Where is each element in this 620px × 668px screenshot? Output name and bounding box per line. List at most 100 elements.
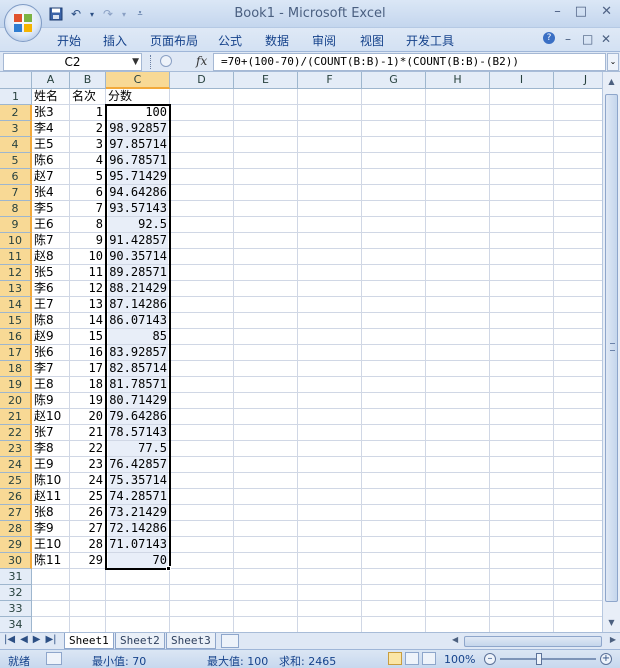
cell-b24[interactable]: 23 bbox=[70, 457, 106, 473]
cell-e12[interactable] bbox=[234, 265, 298, 281]
cell-i19[interactable] bbox=[490, 377, 554, 393]
cell-h23[interactable] bbox=[426, 441, 490, 457]
cell-e30[interactable] bbox=[234, 553, 298, 569]
cell-d18[interactable] bbox=[170, 361, 234, 377]
cell-i26[interactable] bbox=[490, 489, 554, 505]
cell-a34[interactable] bbox=[32, 617, 70, 632]
cell-e34[interactable] bbox=[234, 617, 298, 632]
cell-j9[interactable] bbox=[554, 217, 602, 233]
cell-h32[interactable] bbox=[426, 585, 490, 601]
cell-c7[interactable]: 94.64286 bbox=[106, 185, 170, 201]
cell-f30[interactable] bbox=[298, 553, 362, 569]
cell-g29[interactable] bbox=[362, 537, 426, 553]
cell-b20[interactable]: 19 bbox=[70, 393, 106, 409]
cell-h9[interactable] bbox=[426, 217, 490, 233]
row-header-3[interactable]: 3 bbox=[0, 121, 32, 137]
cell-g19[interactable] bbox=[362, 377, 426, 393]
cell-g18[interactable] bbox=[362, 361, 426, 377]
cell-g11[interactable] bbox=[362, 249, 426, 265]
cell-a24[interactable]: 王9 bbox=[32, 457, 70, 473]
cell-d24[interactable] bbox=[170, 457, 234, 473]
cell-h1[interactable] bbox=[426, 89, 490, 105]
column-header-c[interactable]: C bbox=[106, 72, 170, 89]
zoom-slider[interactable] bbox=[500, 658, 596, 660]
cell-h2[interactable] bbox=[426, 105, 490, 121]
cell-c14[interactable]: 87.14286 bbox=[106, 297, 170, 313]
cell-h22[interactable] bbox=[426, 425, 490, 441]
cancel-icon[interactable] bbox=[160, 55, 172, 67]
cell-i10[interactable] bbox=[490, 233, 554, 249]
cell-i8[interactable] bbox=[490, 201, 554, 217]
cell-h25[interactable] bbox=[426, 473, 490, 489]
cell-b4[interactable]: 3 bbox=[70, 137, 106, 153]
cell-i23[interactable] bbox=[490, 441, 554, 457]
cell-i5[interactable] bbox=[490, 153, 554, 169]
cell-e22[interactable] bbox=[234, 425, 298, 441]
sheet-tab-3[interactable]: Sheet3 bbox=[166, 633, 216, 649]
cell-h18[interactable] bbox=[426, 361, 490, 377]
cell-j2[interactable] bbox=[554, 105, 602, 121]
cell-j22[interactable] bbox=[554, 425, 602, 441]
cell-h17[interactable] bbox=[426, 345, 490, 361]
cell-d23[interactable] bbox=[170, 441, 234, 457]
cell-b9[interactable]: 8 bbox=[70, 217, 106, 233]
cell-g20[interactable] bbox=[362, 393, 426, 409]
cell-a4[interactable]: 王5 bbox=[32, 137, 70, 153]
cell-b21[interactable]: 20 bbox=[70, 409, 106, 425]
cell-c4[interactable]: 97.85714 bbox=[106, 137, 170, 153]
cell-d15[interactable] bbox=[170, 313, 234, 329]
cell-b31[interactable] bbox=[70, 569, 106, 585]
row-header-32[interactable]: 32 bbox=[0, 585, 32, 601]
cell-f1[interactable] bbox=[298, 89, 362, 105]
column-header-h[interactable]: H bbox=[426, 72, 490, 89]
prev-sheet-icon[interactable]: ◀ bbox=[20, 634, 28, 645]
sheet-tab-2[interactable]: Sheet2 bbox=[115, 633, 165, 649]
cell-b17[interactable]: 16 bbox=[70, 345, 106, 361]
cell-e19[interactable] bbox=[234, 377, 298, 393]
cell-e18[interactable] bbox=[234, 361, 298, 377]
cell-f26[interactable] bbox=[298, 489, 362, 505]
cell-b19[interactable]: 18 bbox=[70, 377, 106, 393]
cell-g25[interactable] bbox=[362, 473, 426, 489]
row-header-4[interactable]: 4 bbox=[0, 137, 32, 153]
cell-c28[interactable]: 72.14286 bbox=[106, 521, 170, 537]
row-header-18[interactable]: 18 bbox=[0, 361, 32, 377]
cell-g30[interactable] bbox=[362, 553, 426, 569]
cell-g33[interactable] bbox=[362, 601, 426, 617]
cell-h29[interactable] bbox=[426, 537, 490, 553]
cell-e23[interactable] bbox=[234, 441, 298, 457]
cell-j21[interactable] bbox=[554, 409, 602, 425]
cell-f33[interactable] bbox=[298, 601, 362, 617]
cell-f8[interactable] bbox=[298, 201, 362, 217]
cell-i2[interactable] bbox=[490, 105, 554, 121]
cell-a9[interactable]: 王6 bbox=[32, 217, 70, 233]
cell-b30[interactable]: 29 bbox=[70, 553, 106, 569]
cell-g14[interactable] bbox=[362, 297, 426, 313]
cell-b28[interactable]: 27 bbox=[70, 521, 106, 537]
cell-f5[interactable] bbox=[298, 153, 362, 169]
ribbon-restore-button[interactable]: □ bbox=[582, 32, 593, 46]
cell-h6[interactable] bbox=[426, 169, 490, 185]
cell-j26[interactable] bbox=[554, 489, 602, 505]
cell-b1[interactable]: 名次 bbox=[70, 89, 106, 105]
cell-i33[interactable] bbox=[490, 601, 554, 617]
cell-e33[interactable] bbox=[234, 601, 298, 617]
cell-f4[interactable] bbox=[298, 137, 362, 153]
cell-d27[interactable] bbox=[170, 505, 234, 521]
cell-d7[interactable] bbox=[170, 185, 234, 201]
cell-g34[interactable] bbox=[362, 617, 426, 632]
cell-e17[interactable] bbox=[234, 345, 298, 361]
cell-j28[interactable] bbox=[554, 521, 602, 537]
cell-i18[interactable] bbox=[490, 361, 554, 377]
cell-i22[interactable] bbox=[490, 425, 554, 441]
cell-a6[interactable]: 赵7 bbox=[32, 169, 70, 185]
cell-d26[interactable] bbox=[170, 489, 234, 505]
cell-f21[interactable] bbox=[298, 409, 362, 425]
cell-j20[interactable] bbox=[554, 393, 602, 409]
cell-d19[interactable] bbox=[170, 377, 234, 393]
cell-c9[interactable]: 92.5 bbox=[106, 217, 170, 233]
cell-j13[interactable] bbox=[554, 281, 602, 297]
row-header-30[interactable]: 30 bbox=[0, 553, 32, 569]
cell-c18[interactable]: 82.85714 bbox=[106, 361, 170, 377]
cell-i13[interactable] bbox=[490, 281, 554, 297]
